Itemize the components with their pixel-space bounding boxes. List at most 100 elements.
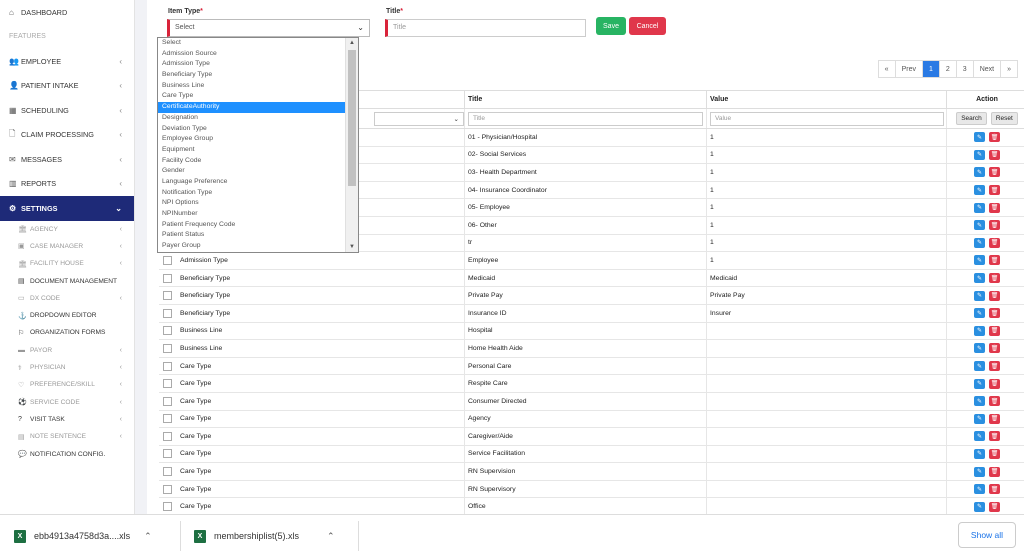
row-checkbox[interactable] [163,414,172,424]
trash-icon[interactable]: 🗑 [989,167,1000,178]
page-2-button[interactable]: 2 [939,61,957,77]
trash-icon[interactable]: 🗑 [989,220,1000,231]
edit-icon[interactable]: ✎ [974,431,985,442]
dropdown-option[interactable]: Equipment [158,145,345,156]
edit-icon[interactable]: ✎ [974,290,985,301]
trash-icon[interactable]: 🗑 [989,290,1000,301]
sidebar-subitem-case-manager[interactable]: ▣ CASE MANAGER ‹ [0,238,134,255]
trash-icon[interactable]: 🗑 [989,237,1000,248]
item-type-select[interactable]: Select ⌄ [167,19,370,37]
edit-icon[interactable]: ✎ [974,484,985,495]
cancel-button[interactable]: Cancel [629,17,666,35]
sidebar-item-employee[interactable]: 👥 EMPLOYEE ‹ [0,49,134,74]
show-all-button[interactable]: Show all [958,522,1016,548]
dropdown-option[interactable]: NPI Options [158,198,345,209]
row-checkbox[interactable] [163,467,172,477]
edit-icon[interactable]: ✎ [974,308,985,319]
edit-icon[interactable]: ✎ [974,343,985,354]
trash-icon[interactable]: 🗑 [989,149,1000,160]
edit-icon[interactable]: ✎ [974,185,985,196]
dropdown-option[interactable]: Payer Group [158,241,345,252]
row-checkbox[interactable] [163,379,172,389]
dropdown-option[interactable]: Language Preference [158,177,345,188]
trash-icon[interactable]: 🗑 [989,378,1000,389]
prev-page-button[interactable]: Prev [895,61,923,77]
edit-icon[interactable]: ✎ [974,413,985,424]
trash-icon[interactable]: 🗑 [989,343,1000,354]
sidebar-subitem-service-code[interactable]: ⚽ SERVICE CODE ‹ [0,393,134,410]
dropdown-option[interactable]: Select [158,38,345,49]
row-checkbox[interactable] [163,396,172,406]
trash-icon[interactable]: 🗑 [989,185,1000,196]
dropdown-option[interactable]: Patient Frequency Code [158,220,345,231]
last-page-button[interactable]: » [1001,61,1017,77]
row-checkbox[interactable] [163,361,172,371]
dropdown-option[interactable]: Admission Source [158,49,345,60]
trash-icon[interactable]: 🗑 [989,396,1000,407]
edit-icon[interactable]: ✎ [974,202,985,213]
edit-icon[interactable]: ✎ [974,361,985,372]
sidebar-subitem-payor[interactable]: ▬ PAYOR ‹ [0,342,134,359]
edit-icon[interactable]: ✎ [974,237,985,248]
edit-icon[interactable]: ✎ [974,167,985,178]
sidebar-item-messages[interactable]: ✉ MESSAGES ‹ [0,147,134,172]
trash-icon[interactable]: 🗑 [989,484,1000,495]
sidebar-subitem-facility-house[interactable]: 🏛 FACILITY HOUSE ‹ [0,255,134,272]
trash-icon[interactable]: 🗑 [989,501,1000,512]
dropdown-option[interactable]: Employee Group [158,134,345,145]
trash-icon[interactable]: 🗑 [989,255,1000,266]
title-filter-input[interactable]: Title [468,111,703,126]
sidebar-subitem-dx-code[interactable]: ▭ DX CODE ‹ [0,290,134,307]
chevron-up-icon[interactable]: ⌃ [327,531,335,542]
title-input[interactable]: Title [385,19,586,37]
row-checkbox[interactable] [163,449,172,459]
edit-icon[interactable]: ✎ [974,220,985,231]
row-checkbox[interactable] [163,431,172,441]
trash-icon[interactable]: 🗑 [989,273,1000,284]
dropdown-option[interactable]: Facility Code [158,156,345,167]
sidebar-subitem-agency[interactable]: 🏛 AGENCY ‹ [0,221,134,238]
search-button[interactable]: Search [956,112,987,125]
sidebar-item-scheduling[interactable]: ▦ SCHEDULING ‹ [0,98,134,123]
item-type-filter-select[interactable]: ⌄ [374,111,464,126]
sidebar-item-patient-intake[interactable]: 👤 PATIENT INTAKE ‹ [0,74,134,99]
dropdown-option[interactable]: Deviation Type [158,124,345,135]
sidebar-subitem-document-management[interactable]: ▤ DOCUMENT MANAGEMENT [0,272,134,289]
scroll-thumb[interactable] [348,50,356,186]
trash-icon[interactable]: 🗑 [989,308,1000,319]
row-checkbox[interactable] [163,255,172,265]
trash-icon[interactable]: 🗑 [989,431,1000,442]
item-type-dropdown-list[interactable]: Select Admission Source Admission Type Bene… [157,37,359,253]
sidebar-item-dashboard[interactable]: ⌂ DASHBOARD [0,0,134,25]
dropdown-option[interactable]: Care Type [158,91,345,102]
trash-icon[interactable]: 🗑 [989,466,1000,477]
trash-icon[interactable]: 🗑 [989,202,1000,213]
page-3-button[interactable]: 3 [956,61,974,77]
sidebar-subitem-notification-config[interactable]: 💬 NOTIFICATION CONFIG. [0,445,134,462]
edit-icon[interactable]: ✎ [974,255,985,266]
download-item-1[interactable]: X ebb4913a4758d3a....xls ⌃ [14,523,152,549]
edit-icon[interactable]: ✎ [974,448,985,459]
edit-icon[interactable]: ✎ [974,149,985,160]
edit-icon[interactable]: ✎ [974,466,985,477]
dropdown-option[interactable]: Business Line [158,81,345,92]
dropdown-option[interactable]: Patient Status [158,230,345,241]
scroll-up-icon[interactable]: ▲ [349,40,355,46]
row-checkbox[interactable] [163,343,172,353]
dropdown-option[interactable]: Gender [158,166,345,177]
dropdown-option[interactable]: Notification Type [158,188,345,199]
edit-icon[interactable]: ✎ [974,378,985,389]
edit-icon[interactable]: ✎ [974,501,985,512]
page-1-button[interactable]: 1 [922,61,940,77]
row-checkbox[interactable] [163,273,172,283]
sidebar-subitem-physician[interactable]: ⚕ PHYSICIAN ‹ [0,359,134,376]
next-page-button[interactable]: Next [973,61,1002,77]
row-checkbox[interactable] [163,484,172,494]
reset-button[interactable]: Reset [990,112,1018,125]
sidebar-subitem-organization-forms[interactable]: ⚐ ORGANIZATION FORMS [0,324,134,341]
trash-icon[interactable]: 🗑 [989,325,1000,336]
row-checkbox[interactable] [163,308,172,318]
sidebar-item-settings[interactable]: ⚙ SETTINGS ⌄ [0,196,134,221]
edit-icon[interactable]: ✎ [974,396,985,407]
first-page-button[interactable]: « [878,61,896,77]
